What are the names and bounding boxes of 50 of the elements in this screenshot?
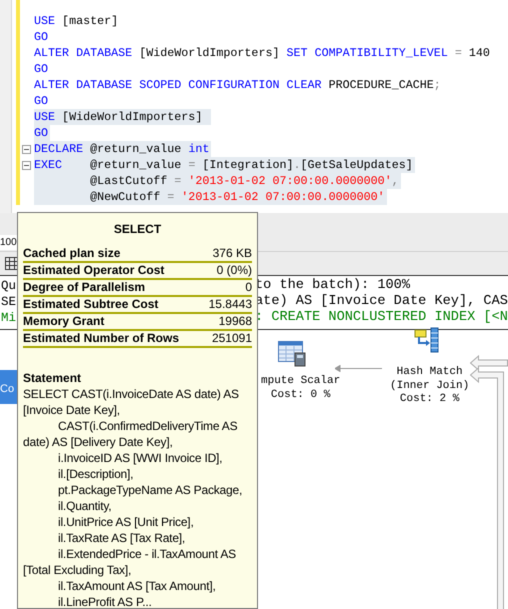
zoom-field[interactable]: 100	[0, 234, 17, 250]
statement-text: SELECT CAST(i.InvoiceDate AS date) AS	[23, 387, 239, 401]
hash-match-icon	[413, 327, 441, 353]
message-text: Qu	[1, 278, 16, 294]
collapse-icon[interactable]	[22, 144, 31, 154]
table-calculator-icon	[278, 341, 306, 367]
property-value: 15.8443	[208, 297, 252, 312]
property-value: 0	[245, 280, 252, 295]
statement-heading: Statement	[23, 370, 82, 386]
message-text: : CREATE NONCLUSTERED INDEX [<N	[255, 310, 508, 326]
message-text: Mi	[1, 310, 16, 326]
code-line: USE [master]	[34, 13, 120, 29]
code-line: GO	[34, 61, 50, 77]
statement-text: il.[Description],	[58, 467, 134, 481]
code-line: ALTER DATABASE SCOPED CONFIGURATION CLEAR PROCEDURE_CACHE;	[34, 77, 442, 93]
property-value: 251091	[212, 331, 252, 346]
arrow-icon	[335, 365, 382, 372]
property-label: Estimated Operator Cost	[23, 263, 164, 278]
statement-text: CAST(i.ConfirmedDeliveryTime AS	[58, 419, 238, 433]
message-text: SE	[1, 294, 16, 310]
tooltip-title: SELECT	[112, 221, 162, 238]
property-label: Estimated Number of Rows	[23, 331, 180, 346]
statement-text: il.TaxRate AS [Tax Rate],	[58, 531, 186, 545]
statement-text: date) AS [Delivery Date Key],	[23, 435, 173, 449]
code-line: GO	[34, 29, 50, 45]
property-value: 0 (0%)	[216, 263, 252, 278]
code-line: ALTER DATABASE [WideWorldImporters] SET COMPATIBILITY_LEVEL = 140	[34, 45, 491, 61]
statement-text: [Invoice Date Key],	[23, 403, 120, 417]
statement-text: [Total Excluding Tax],	[23, 563, 132, 577]
property-value: 376 KB	[212, 246, 252, 261]
statement-text: pt.PackageTypeName AS Package,	[58, 483, 242, 497]
statement-text: i.InvoiceID AS [WWI Invoice ID],	[58, 451, 222, 465]
node-label: Hash Match	[396, 366, 463, 380]
statement-text: il.LineProfit AS P...	[58, 595, 152, 609]
node-label: Cost: 2 %	[400, 393, 460, 406]
statement-text: il.TaxAmount AS [Tax Amount],	[58, 579, 216, 593]
property-label: Estimated Subtree Cost	[23, 297, 158, 312]
property-label: Cached plan size	[23, 246, 120, 261]
node-label: Cost: 0 %	[270, 388, 330, 402]
statement-text: il.UnitPrice AS [Unit Price],	[58, 515, 194, 529]
property-label: Degree of Parallelism	[23, 280, 146, 295]
plan-node[interactable]: Co	[0, 370, 17, 404]
property-label: Memory Grant	[23, 314, 104, 329]
node-label: mpute Scalar	[261, 375, 340, 388]
property-value: 19968	[218, 314, 252, 329]
statement-text: il.ExtendedPrice - il.TaxAmount AS	[58, 547, 236, 561]
code-line: GO	[34, 93, 50, 109]
collapse-icon[interactable]	[22, 160, 31, 170]
node-label: (Inner Join)	[390, 380, 470, 393]
statement-text: il.Quantity,	[58, 499, 112, 513]
